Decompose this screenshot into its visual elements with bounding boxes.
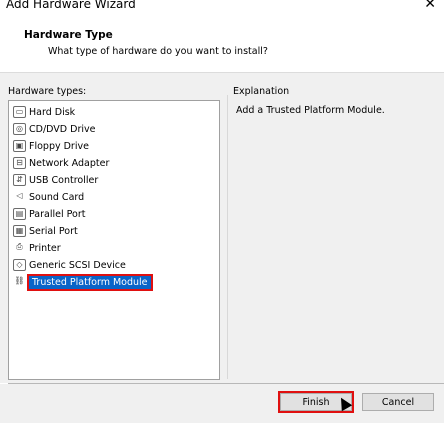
list-item-serial[interactable]: ▦ Serial Port (13, 223, 78, 239)
usb-icon: ⇵ (13, 174, 26, 186)
parallel-port-icon: ▤ (13, 208, 26, 220)
list-item-label: USB Controller (29, 174, 99, 186)
list-item-hard-disk[interactable]: ▭ Hard Disk (13, 104, 75, 120)
printer-icon: ⎙ (16, 242, 23, 251)
serial-port-icon: ▦ (13, 225, 26, 237)
list-item-network[interactable]: ⊟ Network Adapter (13, 155, 109, 171)
hardware-types-list[interactable]: ▭ Hard Disk ◎ CD/DVD Drive ▣ Floppy Driv… (8, 100, 220, 380)
page-title: Hardware Type (24, 29, 113, 41)
list-item-label: Parallel Port (29, 208, 86, 220)
list-item-floppy[interactable]: ▣ Floppy Drive (13, 138, 89, 154)
list-item-label: CD/DVD Drive (29, 123, 96, 135)
list-item-label: Printer (29, 242, 61, 254)
explanation-text: Add a Trusted Platform Module. (236, 105, 385, 116)
list-item-label: Serial Port (29, 225, 78, 237)
scsi-icon: ◇ (13, 259, 26, 271)
list-item-printer[interactable]: ⎙ Printer (13, 240, 61, 256)
floppy-icon: ▣ (13, 140, 26, 152)
window-title: Add Hardware Wizard (6, 0, 136, 11)
wizard-header: Hardware Type What type of hardware do y… (0, 12, 444, 72)
list-item-label: Trusted Platform Module (27, 273, 153, 291)
explanation-label: Explanation (233, 86, 290, 97)
speaker-icon: ◁ (16, 191, 23, 200)
list-item-label: Floppy Drive (29, 140, 89, 152)
list-item-label: Network Adapter (29, 157, 110, 169)
list-item-usb[interactable]: ⇵ USB Controller (13, 172, 98, 188)
title-bar: Add Hardware Wizard ✕ (0, 0, 444, 12)
list-item-label: Hard Disk (29, 106, 76, 118)
cancel-button[interactable]: Cancel (362, 393, 434, 411)
close-icon[interactable]: ✕ (424, 0, 436, 12)
cd-dvd-icon: ◎ (13, 123, 26, 135)
list-item-sound[interactable]: ◁ Sound Card (13, 189, 84, 205)
hardware-types-label: Hardware types: (8, 86, 87, 97)
list-item-cd-dvd[interactable]: ◎ CD/DVD Drive (13, 121, 95, 137)
list-item-parallel[interactable]: ▤ Parallel Port (13, 206, 85, 222)
list-item-scsi[interactable]: ◇ Generic SCSI Device (13, 257, 126, 273)
list-item-label: Generic SCSI Device (29, 259, 126, 271)
network-icon: ⊟ (13, 157, 26, 169)
page-subtitle: What type of hardware do you want to ins… (48, 46, 268, 57)
hard-disk-icon: ▭ (13, 106, 26, 118)
list-item-label: Sound Card (29, 191, 85, 203)
list-item-tpm[interactable]: ⛓ Trusted Platform Module (13, 273, 153, 291)
tpm-icon: ⛓ (14, 276, 25, 285)
explanation-panel (227, 95, 437, 379)
